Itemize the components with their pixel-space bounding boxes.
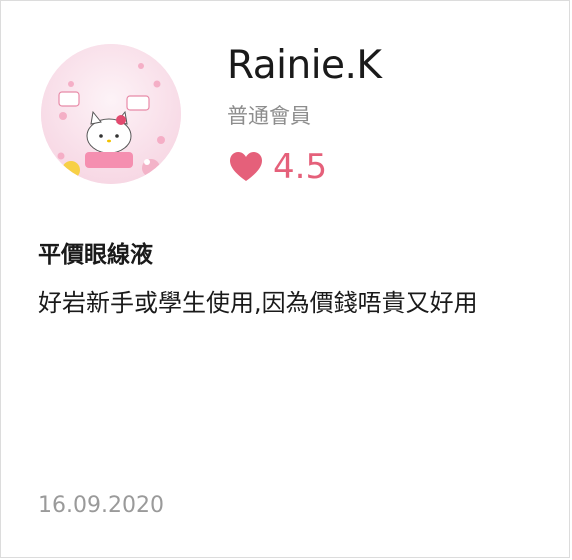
hello-kitty-avatar-icon: [41, 44, 181, 184]
rating: 4.5: [229, 147, 327, 187]
user-name[interactable]: Rainie.K: [227, 43, 382, 88]
user-avatar[interactable]: [41, 44, 181, 184]
member-level: 普通會員: [227, 104, 311, 128]
review-body: 好岩新手或學生使用,因為價錢唔貴又好用: [38, 289, 478, 317]
review-card: Rainie.K 普通會員 4.5 平價眼線液 好岩新手或學生使用,因為價錢唔貴…: [0, 0, 570, 558]
review-title: 平價眼線液: [38, 242, 153, 268]
review-date: 16.09.2020: [38, 493, 164, 518]
rating-value: 4.5: [273, 147, 328, 187]
heart-icon: [230, 152, 262, 181]
